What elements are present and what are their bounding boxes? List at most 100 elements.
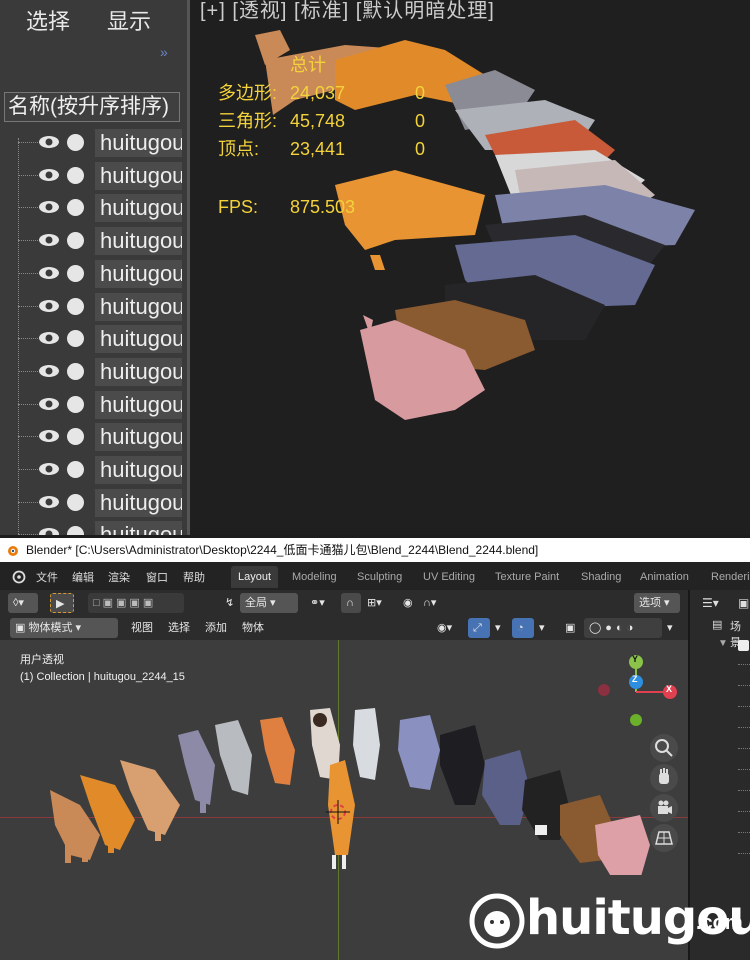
render-toggle-icon[interactable]: [67, 134, 84, 151]
menu-file[interactable]: 文件: [36, 569, 58, 585]
tab-animation[interactable]: Animation: [633, 566, 696, 588]
outliner-display-icon[interactable]: ▣: [738, 596, 749, 610]
transform-orientation-dropdown[interactable]: 全局 ▾: [240, 593, 298, 613]
object-mode-dropdown[interactable]: ▣ 物体模式 ▾: [10, 618, 118, 638]
visibility-icon[interactable]: ◉▾: [432, 618, 457, 638]
render-toggle-icon[interactable]: [67, 264, 84, 282]
outliner-editor-icon[interactable]: ☰▾: [702, 596, 719, 610]
render-toggle-icon[interactable]: [67, 199, 84, 217]
render-toggle-icon[interactable]: [67, 362, 84, 380]
gizmo-dropdown-icon[interactable]: ▾: [490, 618, 506, 638]
outliner-item-name[interactable]: huitugou: [95, 161, 182, 190]
eye-icon[interactable]: [38, 199, 60, 215]
grid-perspective-icon[interactable]: [650, 824, 678, 852]
render-toggle-icon[interactable]: [67, 330, 84, 348]
outliner-menu-select[interactable]: 选择: [26, 4, 70, 36]
overlay-dropdown-icon[interactable]: ▾: [534, 618, 550, 638]
tab-texture-paint[interactable]: Texture Paint: [488, 566, 566, 588]
outliner-row[interactable]: huitugou: [0, 292, 185, 322]
outliner-row[interactable]: huitugou: [0, 422, 185, 452]
render-toggle-icon[interactable]: [67, 297, 84, 315]
outliner-menu-display[interactable]: 显示: [107, 4, 151, 36]
gizmo-neg-y-icon[interactable]: [630, 714, 642, 726]
pan-hand-icon[interactable]: [650, 764, 678, 792]
blender-menu-icon[interactable]: [10, 568, 26, 584]
outliner-item-name[interactable]: huitugou: [95, 227, 182, 256]
eye-icon[interactable]: [38, 330, 60, 346]
tab-rendering[interactable]: Renderi: [704, 566, 750, 588]
eye-icon[interactable]: [38, 167, 60, 183]
menu-view[interactable]: 视图: [126, 618, 158, 638]
outliner-item-name[interactable]: huitugou: [95, 488, 182, 517]
eye-icon[interactable]: [38, 134, 60, 150]
xray-icon[interactable]: ▣: [560, 618, 580, 638]
outliner-item-name[interactable]: huitugou: [95, 423, 182, 452]
tab-layout[interactable]: Layout: [231, 566, 279, 588]
menu-add[interactable]: 添加: [200, 618, 232, 638]
eye-icon[interactable]: [38, 526, 60, 535]
eye-icon[interactable]: [38, 461, 60, 477]
3d-cursor-icon[interactable]: [326, 800, 350, 824]
menu-edit[interactable]: 编辑: [72, 569, 94, 585]
menu-object[interactable]: 物体: [237, 618, 269, 638]
menu-render[interactable]: 渲染: [108, 569, 130, 585]
outliner-item-name[interactable]: huitugou: [95, 259, 182, 288]
render-toggle-icon[interactable]: [67, 493, 84, 511]
tab-uv-editing[interactable]: UV Editing: [416, 566, 482, 588]
outliner-item-name[interactable]: huitugou: [95, 325, 182, 354]
eye-icon[interactable]: [38, 494, 60, 510]
outliner-row[interactable]: huitugou: [0, 520, 185, 535]
magnet-icon[interactable]: ∩: [341, 593, 361, 613]
gizmo-neg-x-icon[interactable]: [598, 684, 610, 696]
options-dropdown[interactable]: 选项 ▾: [634, 593, 680, 613]
tab-modeling[interactable]: Modeling: [285, 566, 344, 588]
outliner-row[interactable]: huitugou: [0, 193, 185, 223]
select-mode-icons[interactable]: □▣▣▣▣: [88, 593, 184, 613]
outliner-row[interactable]: huitugou: [0, 324, 185, 354]
outliner-row[interactable]: huitugou: [0, 390, 185, 420]
outliner-row[interactable]: huitugou: [0, 357, 185, 387]
outliner-row[interactable]: huitugou: [0, 455, 185, 485]
outliner-row[interactable]: huitugou: [0, 488, 185, 518]
expand-arrow-icon[interactable]: ▼: [718, 638, 728, 649]
chevron-right-icon[interactable]: »: [160, 44, 168, 60]
outliner-row[interactable]: huitugou: [0, 226, 185, 256]
shading-mode-icons[interactable]: ◯●◐◑: [584, 618, 662, 638]
snap-icon[interactable]: ⚭▾: [305, 593, 330, 613]
eye-icon[interactable]: [38, 363, 60, 379]
falloff-icon[interactable]: ∩▾: [418, 593, 441, 613]
outliner-item-name[interactable]: huitugou: [95, 292, 182, 321]
snap-target-icon[interactable]: ⊞▾: [362, 593, 387, 613]
menu-help[interactable]: 帮助: [183, 569, 205, 585]
outliner-item-name[interactable]: huitugou: [95, 390, 182, 419]
outliner-row[interactable]: huitugou: [0, 161, 185, 191]
shading-dropdown-icon[interactable]: ▾: [662, 618, 678, 638]
proportional-edit-icon[interactable]: ◉: [398, 593, 418, 613]
render-toggle-icon[interactable]: [67, 232, 84, 250]
eye-icon[interactable]: [38, 232, 60, 248]
eye-icon[interactable]: [38, 396, 60, 412]
render-toggle-icon[interactable]: [67, 428, 84, 446]
outliner-item-name[interactable]: huitugou: [95, 357, 182, 386]
select-cursor-icon[interactable]: ▶: [50, 593, 74, 613]
collection-checkbox[interactable]: [738, 640, 749, 651]
outliner-item-name[interactable]: huitugou: [95, 194, 182, 223]
render-toggle-icon[interactable]: [67, 395, 84, 413]
transform-pivot-icon[interactable]: ↯: [220, 593, 239, 613]
render-toggle-icon[interactable]: [67, 461, 84, 478]
outliner-row[interactable]: huitugou: [0, 128, 185, 158]
outliner-item-name[interactable]: huitugou: [95, 456, 182, 484]
outliner-item-name[interactable]: huitugou: [95, 521, 182, 535]
tab-sculpting[interactable]: Sculpting: [350, 566, 409, 588]
overlay-toggle-icon[interactable]: ◔: [512, 618, 534, 638]
eye-icon[interactable]: [38, 298, 60, 314]
eye-icon[interactable]: [38, 265, 60, 281]
eye-icon[interactable]: [38, 428, 60, 444]
render-toggle-icon[interactable]: [67, 526, 84, 535]
tab-shading[interactable]: Shading: [574, 566, 628, 588]
outliner-item-name[interactable]: huitugou: [95, 129, 182, 157]
zoom-icon[interactable]: [650, 734, 678, 762]
render-toggle-icon[interactable]: [67, 166, 84, 184]
sort-label[interactable]: 名称(按升序排序): [4, 92, 180, 122]
gizmo-toggle-icon[interactable]: ⤢: [468, 618, 490, 638]
